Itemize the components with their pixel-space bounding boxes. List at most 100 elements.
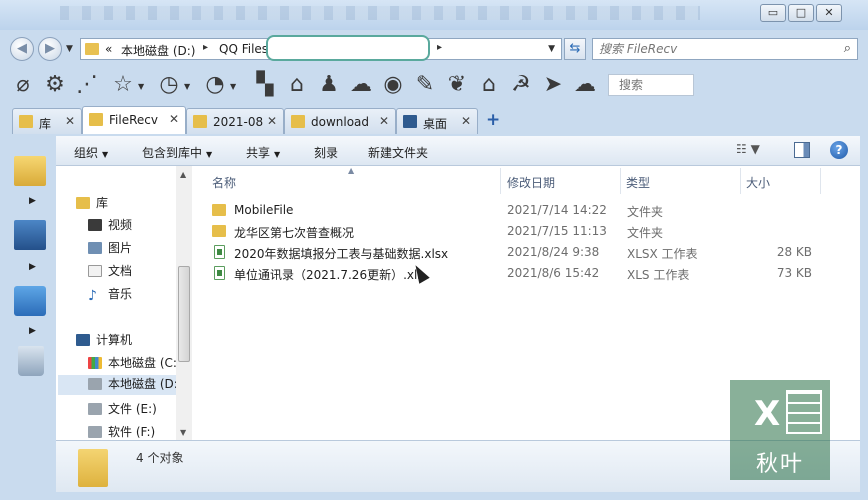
drive-icon <box>88 378 102 390</box>
help-button[interactable]: ? <box>830 141 848 159</box>
hammer-sickle-icon[interactable]: ☭ <box>508 72 534 98</box>
apps-icon[interactable]: ▚ <box>252 72 278 98</box>
tab-library[interactable]: 库 ✕ <box>12 108 82 134</box>
nav-item-music[interactable]: ♪ 音乐 <box>88 285 132 305</box>
nav-item-drive-c[interactable]: 本地磁盘 (C: <box>88 354 177 374</box>
toolbar-search-input[interactable] <box>619 76 699 94</box>
breadcrumb-separator[interactable]: ▸ <box>203 42 208 53</box>
maximize-button[interactable]: □ <box>788 4 814 22</box>
column-size-header[interactable]: 大小 <box>746 174 770 191</box>
tab-desktop[interactable]: 桌面 ✕ <box>396 108 478 134</box>
expand-arrow-icon[interactable]: ▶ <box>29 326 36 336</box>
tab-2021-08[interactable]: 2021-08 ✕ <box>186 108 284 134</box>
computer-icon <box>76 334 90 346</box>
minimize-button[interactable]: ▭ <box>760 4 786 22</box>
dial-dropdown-icon[interactable]: ▼ <box>230 82 236 91</box>
column-type-header[interactable]: 类型 <box>626 174 650 191</box>
scroll-down-icon[interactable]: ▼ <box>180 428 186 437</box>
share-icon[interactable]: ⋰ <box>74 72 100 98</box>
forward-button[interactable]: ▶ <box>38 37 62 61</box>
tab-close-icon[interactable]: ✕ <box>461 114 471 128</box>
file-row[interactable]: 单位通讯录（2021.7.26更新）.xls 2021/8/6 15:42 XL… <box>202 263 842 284</box>
pen-icon[interactable]: ✎ <box>412 72 438 98</box>
tab-close-icon[interactable]: ✕ <box>267 114 277 128</box>
nav-item-drive-d[interactable]: 本地磁盘 (D: <box>58 375 178 395</box>
tab-close-icon[interactable]: ✕ <box>379 114 389 128</box>
refresh-button[interactable]: ⇆ <box>564 38 586 60</box>
clock-icon[interactable]: ◷ <box>156 72 182 98</box>
chrome-icon[interactable]: ◉ <box>380 72 406 98</box>
include-library-button[interactable]: 包含到库中 ▼ <box>142 144 212 161</box>
column-name-header[interactable]: 名称 <box>212 174 236 191</box>
file-type: XLSX 工作表 <box>627 247 698 261</box>
paperclip-icon[interactable]: ⌀ <box>10 72 36 98</box>
nav-item-drive-e[interactable]: 文件 (E:) <box>88 400 157 420</box>
nav-item-pictures[interactable]: 图片 <box>88 239 132 259</box>
breadcrumb-separator-end[interactable]: ▸ <box>437 42 442 53</box>
nav-label: 库 <box>96 196 109 210</box>
tab-close-icon[interactable]: ✕ <box>169 112 179 126</box>
view-options-button[interactable]: ☷ ▼ <box>736 142 772 160</box>
dial-icon[interactable]: ◔ <box>202 72 228 98</box>
nav-item-computer[interactable]: 计算机 <box>76 331 132 351</box>
burn-button[interactable]: 刻录 <box>314 144 338 161</box>
history-dropdown-icon[interactable]: ▼ <box>66 44 73 54</box>
toolbar-search-box[interactable] <box>608 74 699 96</box>
folder-icon[interactable] <box>14 156 46 186</box>
tab-close-icon[interactable]: ✕ <box>65 114 75 128</box>
search-box[interactable]: ⌕ <box>592 38 858 60</box>
column-divider[interactable] <box>500 168 501 194</box>
column-divider[interactable] <box>740 168 741 194</box>
home-icon[interactable]: ⌂ <box>284 72 310 98</box>
address-dropdown-icon[interactable]: ▼ <box>548 44 555 54</box>
close-button[interactable]: ✕ <box>816 4 842 22</box>
qq-icon[interactable]: ♟ <box>316 72 342 98</box>
recycle-bin-icon[interactable] <box>18 346 44 376</box>
breadcrumb-qq-files[interactable]: QQ Files <box>219 42 268 56</box>
nav-item-library[interactable]: 库 <box>76 194 108 214</box>
nav-label: 音乐 <box>108 287 133 301</box>
send-icon[interactable]: ➤ <box>540 72 566 98</box>
tab-download[interactable]: download ✕ <box>284 108 396 134</box>
cloud-icon[interactable]: ☁ <box>572 72 598 98</box>
share-button[interactable]: 共享 ▼ <box>246 144 280 161</box>
preview-pane-button[interactable] <box>794 142 810 158</box>
column-modified-header[interactable]: 修改日期 <box>507 174 555 191</box>
scroll-up-icon[interactable]: ▲ <box>180 170 186 179</box>
plus-home-icon[interactable]: ⌂ <box>476 72 502 98</box>
column-divider[interactable] <box>620 168 621 194</box>
nav-item-videos[interactable]: 视频 <box>88 216 132 236</box>
scrollbar-thumb[interactable] <box>178 266 190 362</box>
nav-item-documents[interactable]: 文档 <box>88 262 132 282</box>
nav-scrollbar[interactable]: ▲ ▼ <box>176 166 192 440</box>
drive-icon <box>88 403 102 415</box>
wechat-icon[interactable]: ☁ <box>348 72 374 98</box>
clock-dropdown-icon[interactable]: ▼ <box>184 82 190 91</box>
expand-arrow-icon[interactable]: ▶ <box>29 196 36 206</box>
star-dropdown-icon[interactable]: ▼ <box>138 82 144 91</box>
breadcrumb-overflow[interactable]: « <box>105 42 112 56</box>
gear-icon[interactable]: ⚙ <box>42 72 68 98</box>
new-folder-button[interactable]: 新建文件夹 <box>368 144 428 161</box>
search-icon[interactable]: ⌕ <box>844 41 851 56</box>
breadcrumb-drive-d[interactable]: 本地磁盘 (D:) <box>121 42 195 59</box>
picture-icon <box>88 242 102 254</box>
expand-arrow-icon[interactable]: ▶ <box>29 262 36 272</box>
tab-label: 2021-08 <box>213 115 264 129</box>
control-panel-icon[interactable] <box>14 286 46 316</box>
excel-logo-watermark: X 秋叶 <box>730 380 830 480</box>
file-row[interactable]: MobileFile 2021/7/14 14:22 文件夹 <box>202 200 842 221</box>
tab-filerecv[interactable]: FileRecv ✕ <box>82 106 186 134</box>
address-highlight-box <box>266 35 430 61</box>
new-tab-button[interactable]: + <box>486 110 500 130</box>
file-row[interactable]: 龙华区第七次普查概况 2021/7/15 11:13 文件夹 <box>202 221 842 242</box>
organize-button[interactable]: 组织 ▼ <box>74 144 108 161</box>
column-divider[interactable] <box>820 168 821 194</box>
search-input[interactable] <box>599 40 829 58</box>
star-icon[interactable]: ☆ <box>110 72 136 98</box>
file-row[interactable]: 2020年数据填报分工表与基础数据.xlsx 2021/8/24 9:38 XL… <box>202 242 842 263</box>
lungs-icon[interactable]: ❦ <box>444 72 470 98</box>
computer-icon[interactable] <box>14 220 46 250</box>
back-button[interactable]: ◀ <box>10 37 34 61</box>
folder-icon <box>212 225 226 237</box>
